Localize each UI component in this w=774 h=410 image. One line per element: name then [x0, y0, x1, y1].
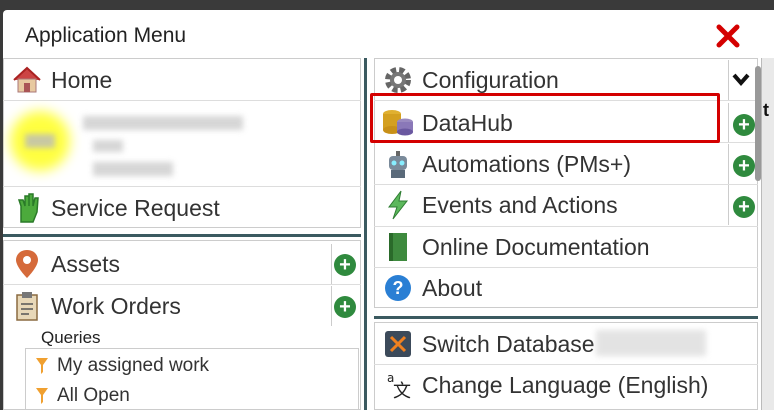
dialog-title: Application Menu [25, 24, 187, 47]
column-divider [364, 58, 367, 410]
online-documentation-label: Online Documentation [422, 233, 650, 260]
work-orders-item[interactable]: Work Orders [9, 286, 329, 326]
query-item[interactable]: All Open [33, 382, 130, 410]
change-language-label: Change Language (English) [422, 371, 709, 398]
online-documentation-item[interactable]: Online Documentation [380, 227, 756, 267]
add-asset-icon[interactable]: + [334, 254, 356, 276]
background-panel-edge: t [761, 58, 774, 410]
application-menu-dialog: Application Menu Home Service Request As… [3, 10, 774, 410]
left-column: Home Service Request Assets + Work Order… [3, 58, 361, 410]
service-request-label: Service Request [51, 194, 220, 221]
automations-item[interactable]: Automations (PMs+) [380, 144, 720, 184]
configuration-label: Configuration [422, 66, 559, 93]
map-pin-icon [9, 246, 45, 282]
events-actions-item[interactable]: Events and Actions [380, 185, 720, 225]
home-label: Home [51, 66, 113, 93]
assets-item[interactable]: Assets [9, 244, 329, 284]
queries-label: Queries [41, 328, 101, 347]
funnel-icon [36, 388, 48, 404]
funnel-icon [36, 358, 48, 374]
close-icon[interactable] [714, 22, 742, 50]
add-event-icon[interactable]: + [733, 196, 755, 218]
change-language-item[interactable]: a文 Change Language (English) [380, 365, 756, 405]
service-request-item[interactable]: Service Request [9, 188, 359, 228]
assets-label: Assets [51, 250, 121, 277]
svg-text:?: ? [393, 278, 404, 298]
clipboard-icon [9, 288, 45, 324]
switch-database-label: Switch Database [422, 330, 595, 357]
automations-label: Automations (PMs+) [422, 150, 631, 177]
add-work-order-icon[interactable]: + [334, 296, 356, 318]
translate-icon: a文 [380, 367, 416, 403]
about-label: About [422, 274, 483, 301]
chevron-down-icon[interactable] [731, 72, 751, 88]
lightning-icon [380, 187, 416, 223]
query-item[interactable]: My assigned work [33, 352, 209, 380]
robot-icon [380, 146, 416, 182]
about-item[interactable]: ? About [380, 268, 756, 308]
add-automation-icon[interactable]: + [733, 155, 755, 177]
svg-text:文: 文 [393, 381, 411, 400]
help-icon: ? [380, 270, 416, 306]
work-orders-label: Work Orders [51, 292, 181, 319]
events-actions-label: Events and Actions [422, 191, 618, 218]
house-icon [9, 62, 45, 98]
add-datahub-icon[interactable]: + [733, 114, 755, 136]
datahub-highlight-box [370, 93, 720, 143]
book-icon [380, 229, 416, 265]
switch-arrows-icon [380, 326, 416, 362]
hand-icon [9, 190, 45, 226]
home-item[interactable]: Home [9, 60, 359, 100]
